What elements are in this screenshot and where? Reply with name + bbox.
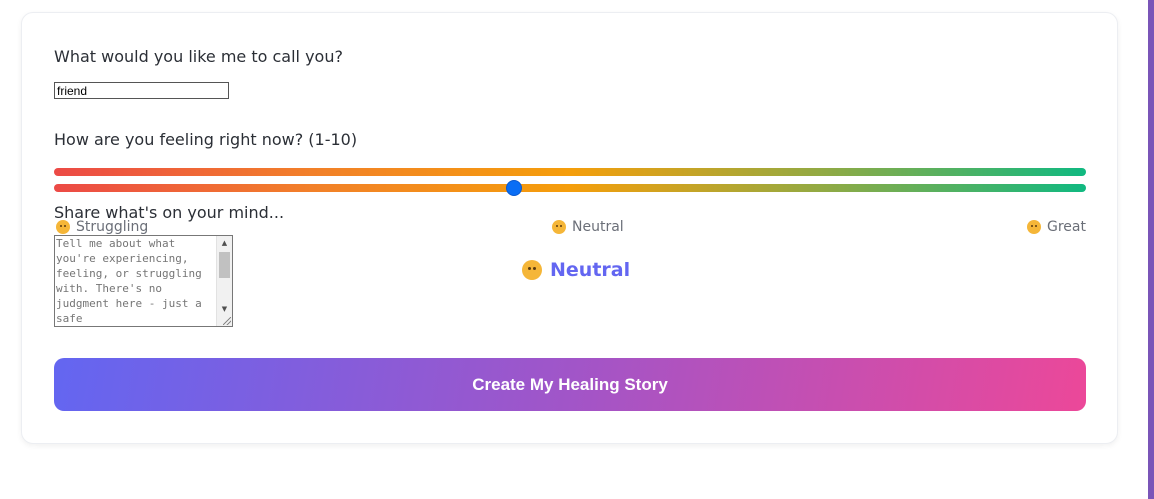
feeling-slider-track-secondary[interactable] (54, 184, 1086, 192)
mood-label-low-text: Struggling (76, 219, 149, 235)
mood-label-high-text: Great (1047, 219, 1086, 235)
neutral-face-icon (522, 260, 542, 280)
scroll-down-arrow-icon[interactable]: ▼ (217, 302, 232, 316)
mood-label-mid: Neutral (552, 219, 624, 235)
mind-textarea-container: ▲ ▼ (54, 235, 233, 327)
name-label: What would you like me to call you? (54, 47, 343, 66)
create-story-button[interactable]: Create My Healing Story (54, 358, 1086, 411)
mood-label-high: Great (1027, 219, 1086, 235)
current-mood-text: Neutral (550, 259, 631, 281)
mind-textarea[interactable] (55, 236, 216, 326)
scrollbar-thumb[interactable] (219, 252, 230, 278)
sad-face-icon (56, 220, 70, 234)
window-edge (1148, 0, 1154, 499)
current-mood-display: Neutral (522, 259, 630, 281)
feeling-slider-track[interactable] (54, 168, 1086, 176)
neutral-face-icon (552, 220, 566, 234)
mood-label-low: Struggling (56, 219, 148, 235)
textarea-scrollbar[interactable]: ▲ ▼ (216, 236, 232, 326)
scroll-up-arrow-icon[interactable]: ▲ (217, 236, 232, 250)
mood-label-mid-text: Neutral (572, 219, 624, 235)
page: What would you like me to call you? How … (0, 0, 1154, 499)
feeling-label: How are you feeling right now? (1-10) (54, 130, 358, 149)
smiling-face-icon (1027, 220, 1041, 234)
resize-grip-icon[interactable] (223, 317, 231, 325)
feeling-slider-thumb[interactable] (506, 180, 522, 196)
name-input[interactable] (54, 82, 229, 99)
story-form-card: What would you like me to call you? How … (21, 12, 1118, 444)
